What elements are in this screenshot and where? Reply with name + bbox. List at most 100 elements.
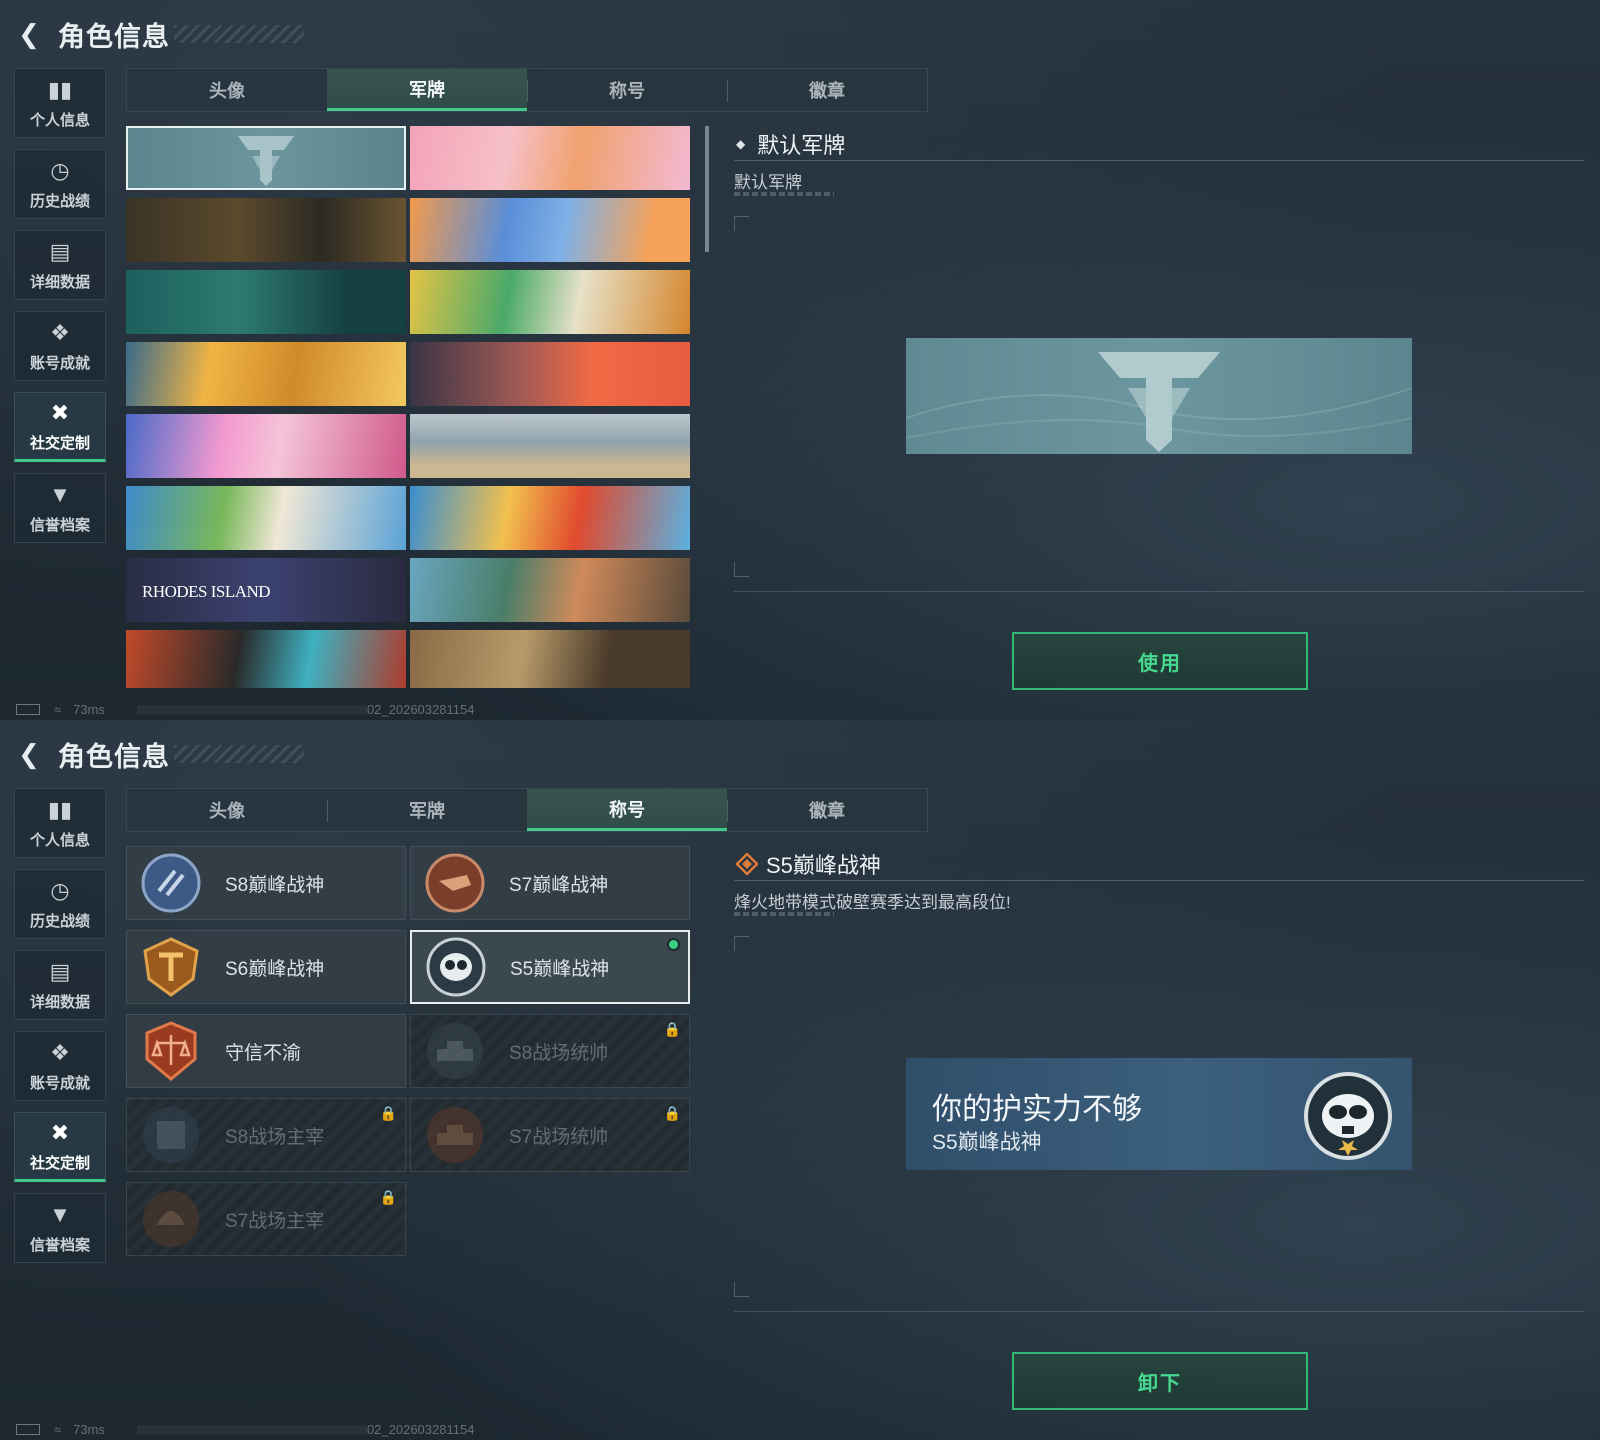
tab-title[interactable]: 称号 <box>527 69 727 111</box>
tab-avatar[interactable]: 头像 <box>127 789 327 831</box>
back-arrow-icon[interactable]: ❮ <box>14 739 44 769</box>
sidebar-item-credit[interactable]: ▼ 信誉档案 <box>14 473 106 543</box>
divider <box>734 880 1584 881</box>
detail-title: ◆ 默认军牌 <box>736 128 845 160</box>
title-card-locked[interactable]: S8战场主宰 🔒 <box>126 1098 406 1172</box>
medal-icon <box>141 853 201 913</box>
lock-icon: 🔒 <box>379 1189 397 1205</box>
title-card[interactable]: S7巅峰战神 <box>410 846 690 920</box>
version-text: 02_202603281154 <box>366 702 475 717</box>
detail-title: S5巅峰战神 <box>736 848 881 880</box>
status-bar: ≈ 73ms 02_202603281154 <box>16 702 474 717</box>
dog-tag-item[interactable] <box>126 414 406 478</box>
tab-badge[interactable]: 徽章 <box>727 69 927 111</box>
grid-scrollbar[interactable] <box>705 126 709 252</box>
title-name: 守信不渝 <box>225 1042 302 1064</box>
title-card[interactable]: 守信不渝 <box>126 1014 406 1088</box>
header: ❮ 角色信息 <box>14 14 304 54</box>
sidebar-item-label: 账号成就 <box>29 1074 90 1092</box>
dog-tag-item[interactable] <box>126 630 406 688</box>
dog-tag-item[interactable] <box>410 558 690 622</box>
title-name: S8战场统帅 <box>509 1042 609 1064</box>
sidebar-item-profile[interactable]: ▮▮ 个人信息 <box>14 788 106 858</box>
default-emblem-large-icon <box>906 352 1412 452</box>
sidebar-item-social[interactable]: ✖ 社交定制 <box>14 392 106 462</box>
detail-title-text: 默认军牌 <box>757 133 846 158</box>
dots-decoration <box>734 192 834 196</box>
sidebar-item-label: 信誉档案 <box>29 1236 90 1254</box>
tools-icon: ✖ <box>50 1119 70 1145</box>
dog-tag-item[interactable] <box>410 270 690 334</box>
sidebar-item-achievements[interactable]: ❖ 账号成就 <box>14 311 106 381</box>
unequip-button[interactable]: 卸下 <box>1012 1352 1308 1410</box>
battery-icon <box>16 1424 40 1435</box>
dog-tag-default[interactable] <box>126 126 406 190</box>
sidebar-item-label: 账号成就 <box>29 354 90 372</box>
dog-tag-item[interactable] <box>410 342 690 406</box>
dog-tag-item[interactable] <box>126 486 406 550</box>
tab-avatar[interactable]: 头像 <box>127 69 327 111</box>
title-name: S7巅峰战神 <box>509 874 609 896</box>
sidebar-item-achievements[interactable]: ❖ 账号成就 <box>14 1031 106 1101</box>
sidebar-item-label: 社交定制 <box>29 434 90 452</box>
sidebar-item-details[interactable]: ▤ 详细数据 <box>14 230 106 300</box>
status-bar: ≈ 73ms 02_202603281154 <box>16 1422 474 1437</box>
dog-tag-item[interactable] <box>126 270 406 334</box>
sidebar-item-history[interactable]: ◷ 历史战绩 <box>14 149 106 219</box>
history-clock-icon: ◷ <box>50 877 70 903</box>
page-title: 角色信息 <box>58 741 170 772</box>
skull-medal-icon <box>426 937 486 997</box>
sidebar-item-credit[interactable]: ▼ 信誉档案 <box>14 1193 106 1263</box>
dog-tag-item[interactable] <box>410 198 690 262</box>
title-name: S7战场主宰 <box>225 1210 325 1232</box>
screen-titles: ❮ 角色信息 ▮▮ 个人信息 ◷ 历史战绩 ▤ 详细数据 ❖ 账号成就 ✖ 社交… <box>0 720 1600 1440</box>
sidebar-item-social[interactable]: ✖ 社交定制 <box>14 1112 106 1182</box>
sidebar-item-label: 详细数据 <box>29 273 90 291</box>
title-card[interactable]: S8巅峰战神 <box>126 846 406 920</box>
title-card-locked[interactable]: S7战场主宰 🔒 <box>126 1182 406 1256</box>
title-card-selected[interactable]: S5巅峰战神 <box>410 930 690 1004</box>
sidebar-item-details[interactable]: ▤ 详细数据 <box>14 950 106 1020</box>
title-card[interactable]: S6巅峰战神 <box>126 930 406 1004</box>
tab-dog-tag[interactable]: 军牌 <box>327 789 527 831</box>
dog-tag-item[interactable] <box>410 486 690 550</box>
dog-tag-item[interactable] <box>410 126 690 190</box>
dots-decoration <box>734 912 834 916</box>
folder-icon: ▤ <box>49 238 71 264</box>
status-blur <box>136 1424 367 1435</box>
sidebar-item-history[interactable]: ◷ 历史战绩 <box>14 869 106 939</box>
lock-icon: 🔒 <box>663 1105 681 1121</box>
achievement-icon: ❖ <box>50 1039 70 1065</box>
dog-tag-grid: RHODES ISLAND <box>126 126 698 688</box>
dog-tag-item[interactable] <box>410 414 690 478</box>
back-arrow-icon[interactable]: ❮ <box>14 19 44 49</box>
dog-tag-rhodes-island[interactable]: RHODES ISLAND <box>126 558 406 622</box>
wifi-icon: ≈ <box>54 702 62 717</box>
building-medal-icon <box>143 1107 199 1163</box>
dog-tag-item[interactable] <box>410 630 690 688</box>
dog-tag-item[interactable] <box>126 198 406 262</box>
sidebar-item-label: 详细数据 <box>29 993 90 1011</box>
tab-badge[interactable]: 徽章 <box>727 789 927 831</box>
sidebar-item-label: 社交定制 <box>29 1154 90 1172</box>
preview-title: S5巅峰战神 <box>932 1131 1042 1154</box>
screen-dog-tags: ❮ 角色信息 ▮▮ 个人信息 ◷ 历史战绩 ▤ 详细数据 ❖ 账号成就 ✖ 社交… <box>0 0 1600 720</box>
tab-dog-tag[interactable]: 军牌 <box>327 69 527 111</box>
banner-text: RHODES ISLAND <box>142 582 271 601</box>
use-button[interactable]: 使用 <box>1012 632 1308 690</box>
version-text: 02_202603281154 <box>366 1422 475 1437</box>
tank-medal-icon <box>427 1107 483 1163</box>
dog-tag-item[interactable] <box>126 342 406 406</box>
tab-title[interactable]: 称号 <box>527 789 727 831</box>
title-card-locked[interactable]: S8战场统帅 🔒 <box>410 1014 690 1088</box>
achievement-icon: ❖ <box>50 319 70 345</box>
wifi-icon: ≈ <box>54 1422 62 1437</box>
equipped-indicator <box>667 938 680 951</box>
preview-headline: 你的护实力不够 <box>932 1093 1142 1126</box>
title-card-locked[interactable]: S7战场统帅 🔒 <box>410 1098 690 1172</box>
sidebar-item-profile[interactable]: ▮▮ 个人信息 <box>14 68 106 138</box>
detail-title-text: S5巅峰战神 <box>766 853 881 878</box>
orange-diamond-icon <box>736 853 758 875</box>
medal-icon <box>425 853 485 913</box>
sidebar-item-label: 历史战绩 <box>29 192 90 210</box>
